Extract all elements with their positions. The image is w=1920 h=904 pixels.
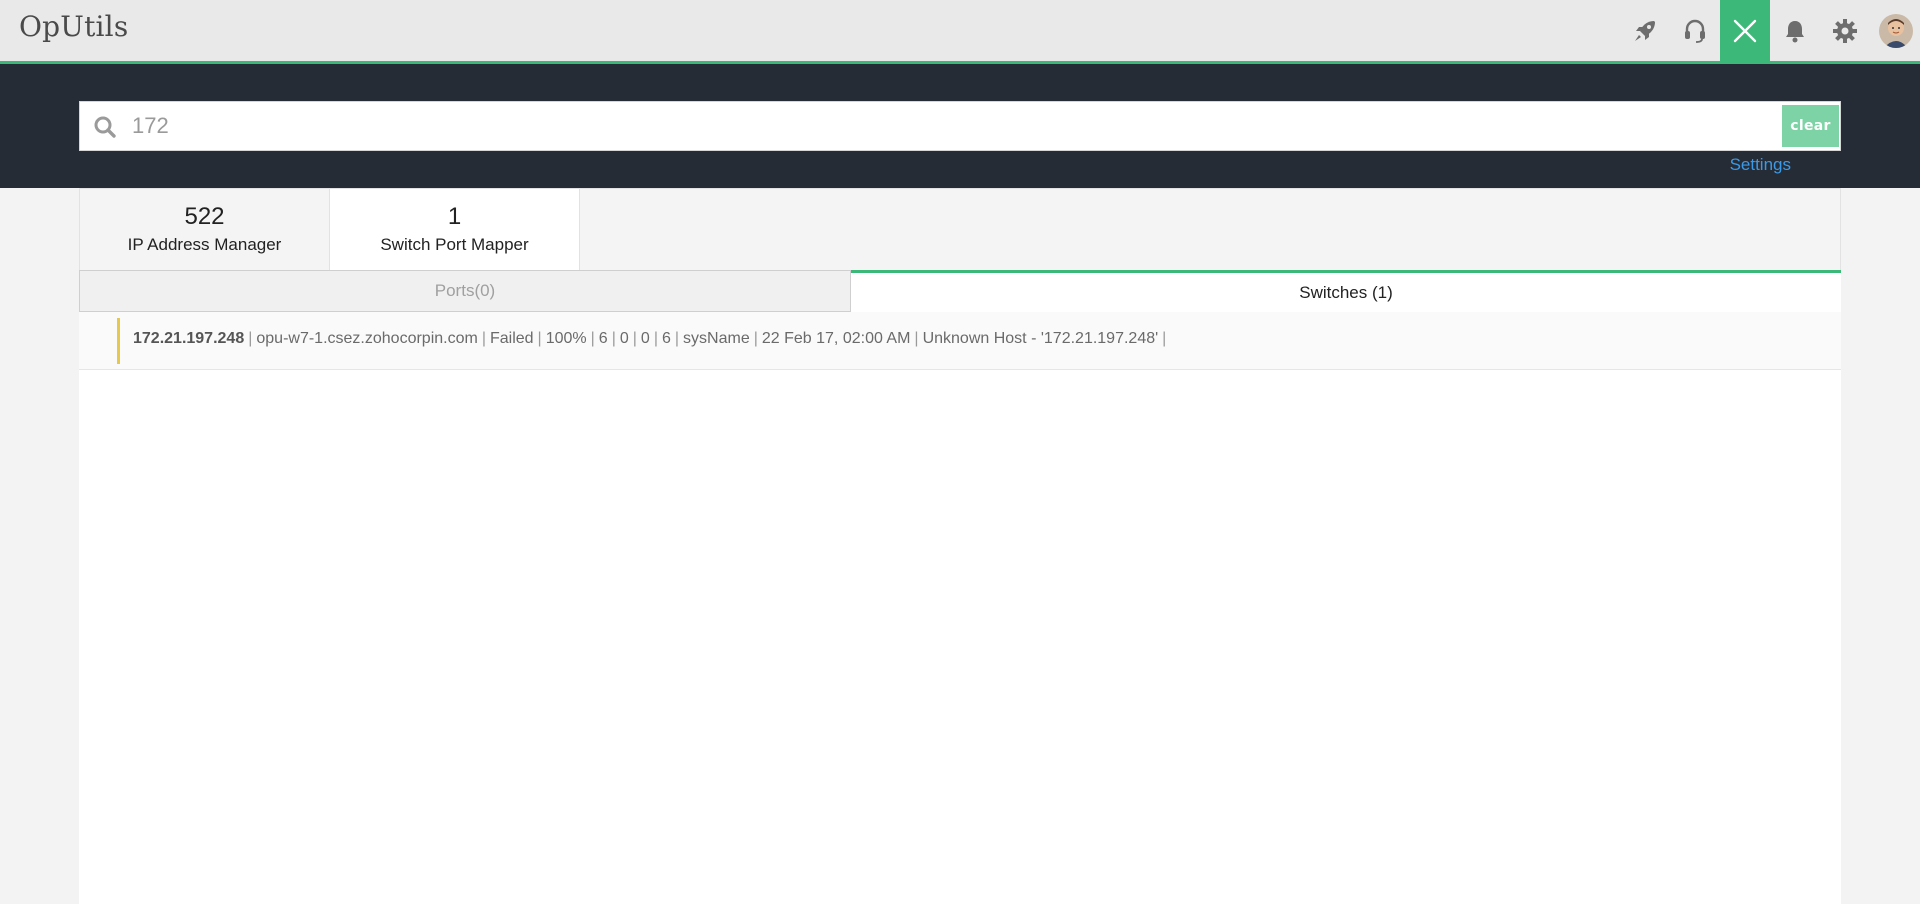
- module-count: 522: [184, 203, 225, 230]
- search-icon: [93, 115, 117, 144]
- result-subtabs: Ports(0) Switches (1): [79, 270, 1841, 312]
- tab-ip-address-manager[interactable]: 522 IP Address Manager: [80, 189, 330, 271]
- module-count: 1: [447, 203, 462, 230]
- clear-button[interactable]: clear: [1782, 105, 1839, 147]
- top-header: OpUtils: [0, 0, 1920, 64]
- result-value: 6: [598, 330, 608, 347]
- results-panel: 522 IP Address Manager 1 Switch Port Map…: [79, 188, 1841, 904]
- user-avatar[interactable]: [1879, 14, 1913, 48]
- result-host: Unknown Host - '172.21.197.248': [922, 330, 1159, 347]
- settings-link[interactable]: Settings: [1730, 155, 1791, 175]
- result-ip[interactable]: 172.21.197.248: [133, 330, 244, 347]
- result-value: 6: [661, 330, 671, 347]
- result-row[interactable]: 172.21.197.248 | opu-w7-1.csez.zohocorpin.…: [79, 312, 1841, 370]
- result-value: 0: [640, 330, 650, 347]
- tab-ports[interactable]: Ports(0): [79, 270, 851, 312]
- result-status: Failed: [489, 330, 534, 347]
- result-value: 0: [619, 330, 629, 347]
- result-sysname: sysName: [683, 330, 750, 347]
- result-percent: 100%: [545, 330, 587, 347]
- search-box: clear: [79, 101, 1841, 151]
- search-band: clear Settings: [0, 64, 1920, 188]
- search-input[interactable]: [130, 108, 1770, 144]
- module-label: Switch Port Mapper: [380, 235, 529, 254]
- result-hostname: opu-w7-1.csez.zohocorpin.com: [256, 330, 478, 347]
- result-timestamp: 22 Feb 17, 02:00 AM: [761, 330, 911, 347]
- gear-icon[interactable]: [1820, 0, 1870, 61]
- rocket-icon[interactable]: [1620, 0, 1670, 61]
- tab-switches[interactable]: Switches (1): [851, 270, 1841, 312]
- app-logo[interactable]: OpUtils: [19, 10, 128, 43]
- row-marker: [117, 318, 120, 364]
- result-line: 172.21.197.248 | opu-w7-1.csez.zohocorpin.…: [133, 330, 1167, 347]
- bell-icon[interactable]: [1770, 0, 1820, 61]
- module-label: IP Address Manager: [127, 235, 282, 254]
- module-tabs: 522 IP Address Manager 1 Switch Port Map…: [79, 188, 1841, 271]
- close-icon[interactable]: [1720, 0, 1770, 61]
- headset-icon[interactable]: [1670, 0, 1720, 61]
- tab-switch-port-mapper[interactable]: 1 Switch Port Mapper: [330, 189, 580, 271]
